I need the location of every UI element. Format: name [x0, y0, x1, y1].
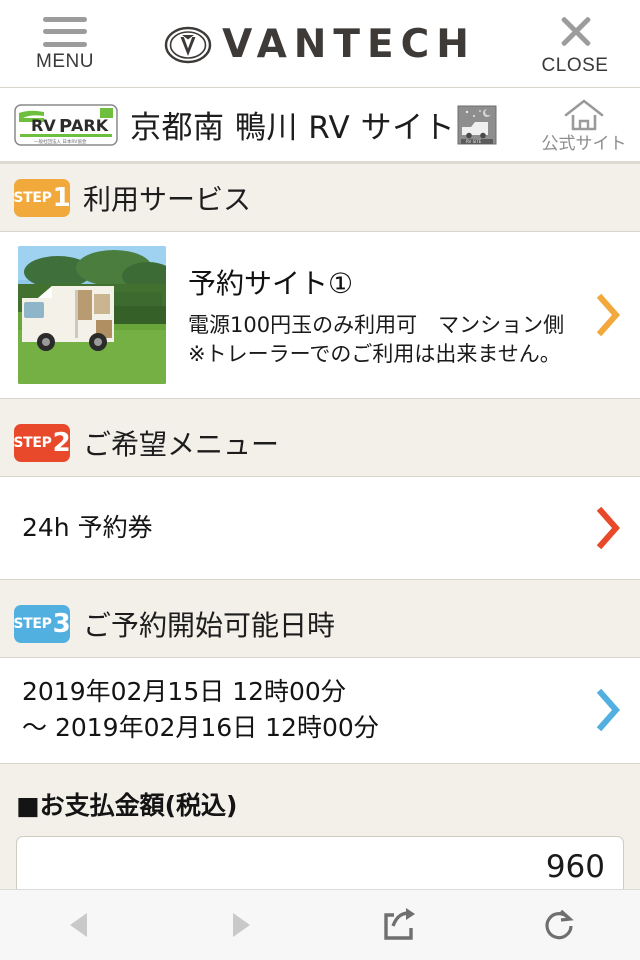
step1-badge: STEP 1	[13, 179, 71, 217]
step3-header: STEP 3 ご予約開始可能日時	[0, 580, 640, 657]
svg-text:RV: RV	[31, 116, 56, 135]
step2-chevron[interactable]	[578, 506, 640, 550]
forward-button[interactable]	[160, 890, 320, 960]
vantech-v-oval-logo-icon	[164, 26, 212, 63]
step2-header: STEP 2 ご希望メニュー	[0, 399, 640, 476]
service-description: 電源100円玉のみ利用可 マンション側 ※トレーラーでのご利用は出来ません。	[188, 312, 586, 366]
step3-chevron[interactable]	[578, 688, 640, 732]
step1-badge-number: 1	[52, 182, 71, 213]
vantech-logo: VANTECH	[108, 23, 532, 67]
home-icon	[564, 99, 604, 130]
step1-badge-label: STEP	[13, 190, 52, 206]
menu-value: 24h 予約券	[22, 512, 153, 542]
step1-header: STEP 1 利用サービス	[0, 164, 640, 231]
brand-header: MENU VANTECH CLOSE	[0, 0, 640, 88]
app-screen: MENU VANTECH CLOSE RV P ARK 一般社団法人 日本RV協…	[0, 0, 640, 960]
share-icon	[384, 908, 415, 940]
reload-icon	[545, 909, 574, 940]
close-button-label: CLOSE	[541, 54, 609, 76]
step3-badge: STEP 3	[13, 605, 71, 643]
payment-label: ■お支払金額(税込)	[16, 790, 238, 820]
service-text-block: 予約サイト① 電源100円玉のみ利用可 マンション側 ※トレーラーでのご利用は出…	[166, 262, 586, 369]
service-name: 予約サイト①	[188, 266, 354, 300]
close-button[interactable]: CLOSE	[532, 13, 618, 75]
hamburger-icon	[43, 16, 87, 47]
step1-title: 利用サービス	[83, 183, 252, 216]
payment-amount-field[interactable]: 960	[16, 835, 624, 889]
step2-badge: STEP 2	[13, 424, 71, 462]
site-title-bar: RV P ARK 一般社団法人 日本RV協会 京都南 鴨川 RV サイト RV …	[0, 88, 640, 164]
chevron-right-icon	[596, 293, 621, 337]
close-x-icon	[555, 13, 595, 51]
chevron-right-icon	[596, 689, 621, 732]
forward-triangle-icon	[233, 913, 250, 937]
official-site-link[interactable]: 公式サイト	[536, 97, 632, 153]
payment-amount-value: 960	[545, 848, 605, 885]
back-button[interactable]	[0, 890, 160, 960]
svg-text:一般社団法人 日本RV協会: 一般社団法人 日本RV協会	[34, 138, 87, 145]
rv-park-badge-icon: RV P ARK 一般社団法人 日本RV協会	[14, 103, 118, 146]
camper-van-photo	[18, 246, 166, 384]
menu-button[interactable]: MENU	[22, 16, 108, 72]
brand-name: VANTECH	[222, 22, 476, 67]
step1-chevron[interactable]	[578, 293, 640, 337]
main-content: STEP 1 利用サービス 予約サイト① 電源100円玉のみ利用可 マンション側…	[0, 164, 640, 889]
share-button[interactable]	[320, 890, 480, 960]
browser-toolbar	[0, 889, 640, 960]
menu-button-label: MENU	[36, 50, 94, 72]
step2-badge-number: 2	[52, 427, 71, 458]
step3-badge-label: STEP	[13, 616, 52, 632]
back-triangle-icon	[70, 913, 87, 937]
rv-night-thumbnail-icon: RV SITE	[457, 105, 497, 144]
service-selection-row[interactable]: 予約サイト① 電源100円玉のみ利用可 マンション側 ※トレーラーでのご利用は出…	[0, 231, 640, 399]
datetime-value: 2019年02月15日 12時00分 〜 2019年02月16日 12時00分	[22, 674, 578, 747]
step2-badge-label: STEP	[13, 435, 52, 451]
svg-text:RV SITE: RV SITE	[466, 139, 482, 144]
datetime-end: 〜 2019年02月16日 12時00分	[22, 713, 379, 743]
datetime-start: 2019年02月15日 12時00分	[22, 677, 346, 706]
official-site-label: 公式サイト	[541, 133, 627, 154]
page-title: 京都南 鴨川 RV サイト	[130, 110, 456, 146]
reload-button[interactable]	[480, 890, 640, 960]
step2-title: ご希望メニュー	[83, 428, 280, 461]
datetime-selection-row[interactable]: 2019年02月15日 12時00分 〜 2019年02月16日 12時00分	[0, 657, 640, 764]
step3-title: ご予約開始可能日時	[83, 609, 336, 642]
payment-block: ■お支払金額(税込) 960	[0, 764, 640, 889]
chevron-right-icon	[596, 506, 621, 550]
step3-badge-number: 3	[52, 608, 71, 639]
menu-selection-row[interactable]: 24h 予約券	[0, 476, 640, 580]
svg-text:ARK: ARK	[71, 116, 109, 135]
